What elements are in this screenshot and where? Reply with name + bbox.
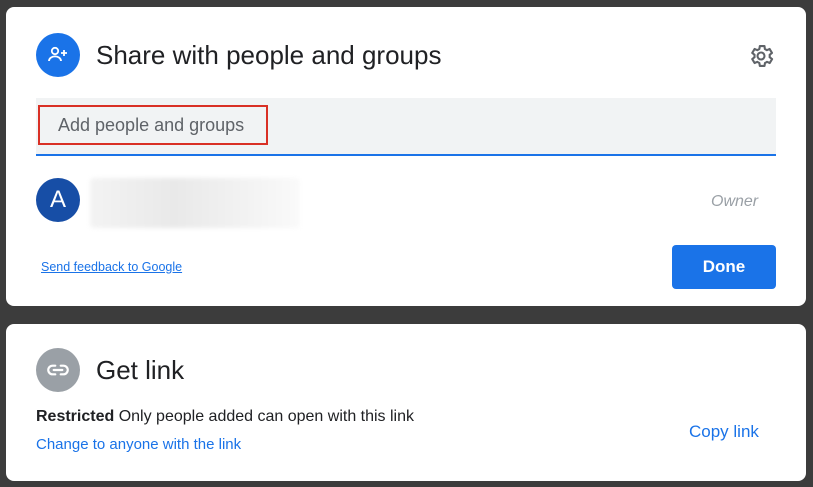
done-button[interactable]: Done bbox=[672, 245, 776, 289]
gear-icon bbox=[751, 45, 774, 67]
settings-button[interactable] bbox=[745, 40, 777, 72]
owner-role-label: Owner bbox=[711, 193, 759, 210]
access-level: Restricted bbox=[36, 408, 115, 425]
send-feedback-link[interactable]: Send feedback to Google bbox=[41, 260, 182, 274]
share-dialog-title: Share with people and groups bbox=[96, 40, 442, 70]
copy-link-button[interactable]: Copy link bbox=[689, 422, 759, 442]
link-icon bbox=[36, 348, 80, 392]
add-people-field[interactable] bbox=[36, 98, 776, 156]
get-link-card: Get link Restricted Only people added ca… bbox=[6, 324, 806, 481]
get-link-title: Get link bbox=[96, 355, 185, 385]
user-name-redacted bbox=[90, 178, 300, 228]
access-description: Only people added can open with this lin… bbox=[118, 408, 415, 425]
share-card: Share with people and groups A Owner Sen… bbox=[6, 7, 806, 306]
add-people-input[interactable] bbox=[38, 105, 268, 145]
avatar: A bbox=[36, 178, 80, 222]
access-summary: Restricted Only people added can open wi… bbox=[36, 408, 414, 426]
change-access-link[interactable]: Change to anyone with the link bbox=[36, 436, 241, 453]
person-add-icon bbox=[36, 33, 80, 77]
